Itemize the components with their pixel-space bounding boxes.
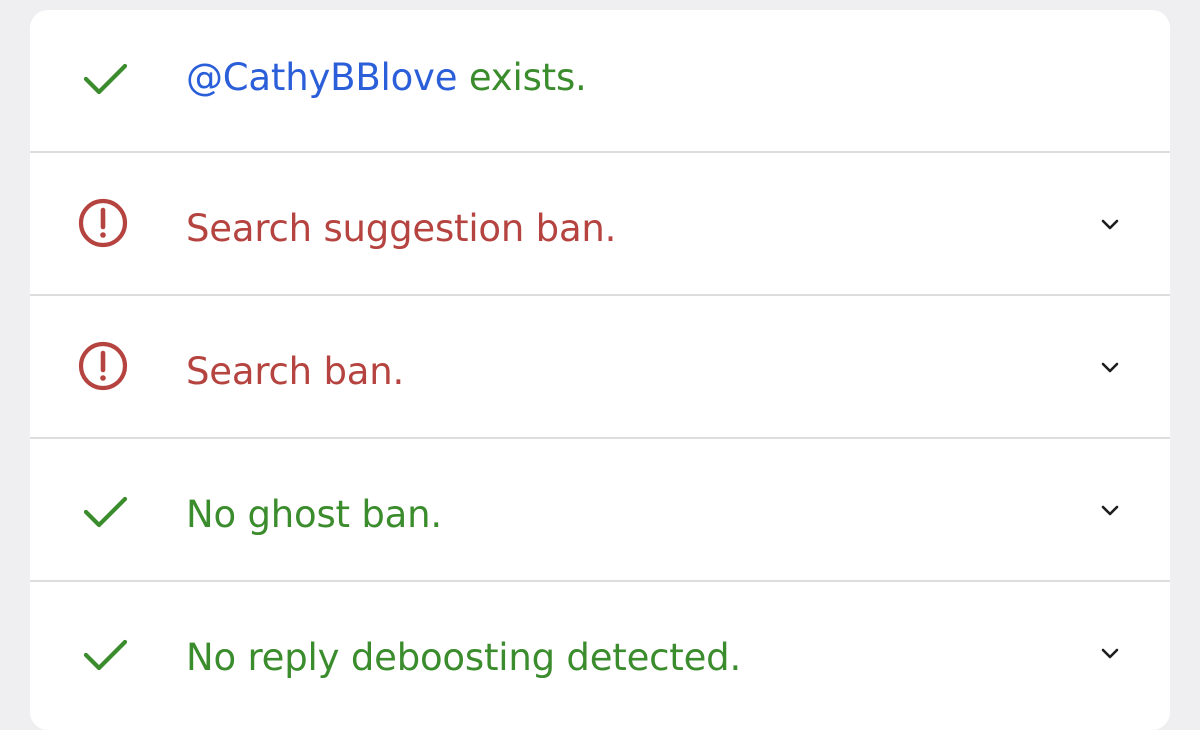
checkmark-icon [78,483,134,539]
checkmark-icon [78,50,134,106]
row-text: Search ban. [186,350,405,393]
row-search-suggestion-ban[interactable]: Search suggestion ban. [30,153,1170,294]
row-text: Search suggestion ban. [186,207,617,250]
exclamation-circle-icon [78,195,134,251]
row-ghost-ban[interactable]: No ghost ban. [30,439,1170,580]
shadowban-results-card: @CathyBBlove exists. Search suggestion b… [30,10,1170,730]
chevron-down-icon[interactable] [1094,638,1126,670]
chevron-down-icon[interactable] [1094,495,1126,527]
exclamation-circle-icon [78,338,134,394]
row-text: No reply deboosting detected. [186,636,742,679]
chevron-down-icon[interactable] [1094,209,1126,241]
row-search-ban[interactable]: Search ban. [30,296,1170,437]
row-account-exists: @CathyBBlove exists. [30,10,1170,151]
row-text: No ghost ban. [186,493,442,536]
row-reply-deboosting[interactable]: No reply deboosting detected. [30,582,1170,723]
chevron-down-icon[interactable] [1094,352,1126,384]
exists-text: exists. [457,56,587,99]
username-link[interactable]: @CathyBBlove [186,56,458,99]
row-text: @CathyBBlove exists. [186,54,587,102]
checkmark-icon [78,626,134,682]
